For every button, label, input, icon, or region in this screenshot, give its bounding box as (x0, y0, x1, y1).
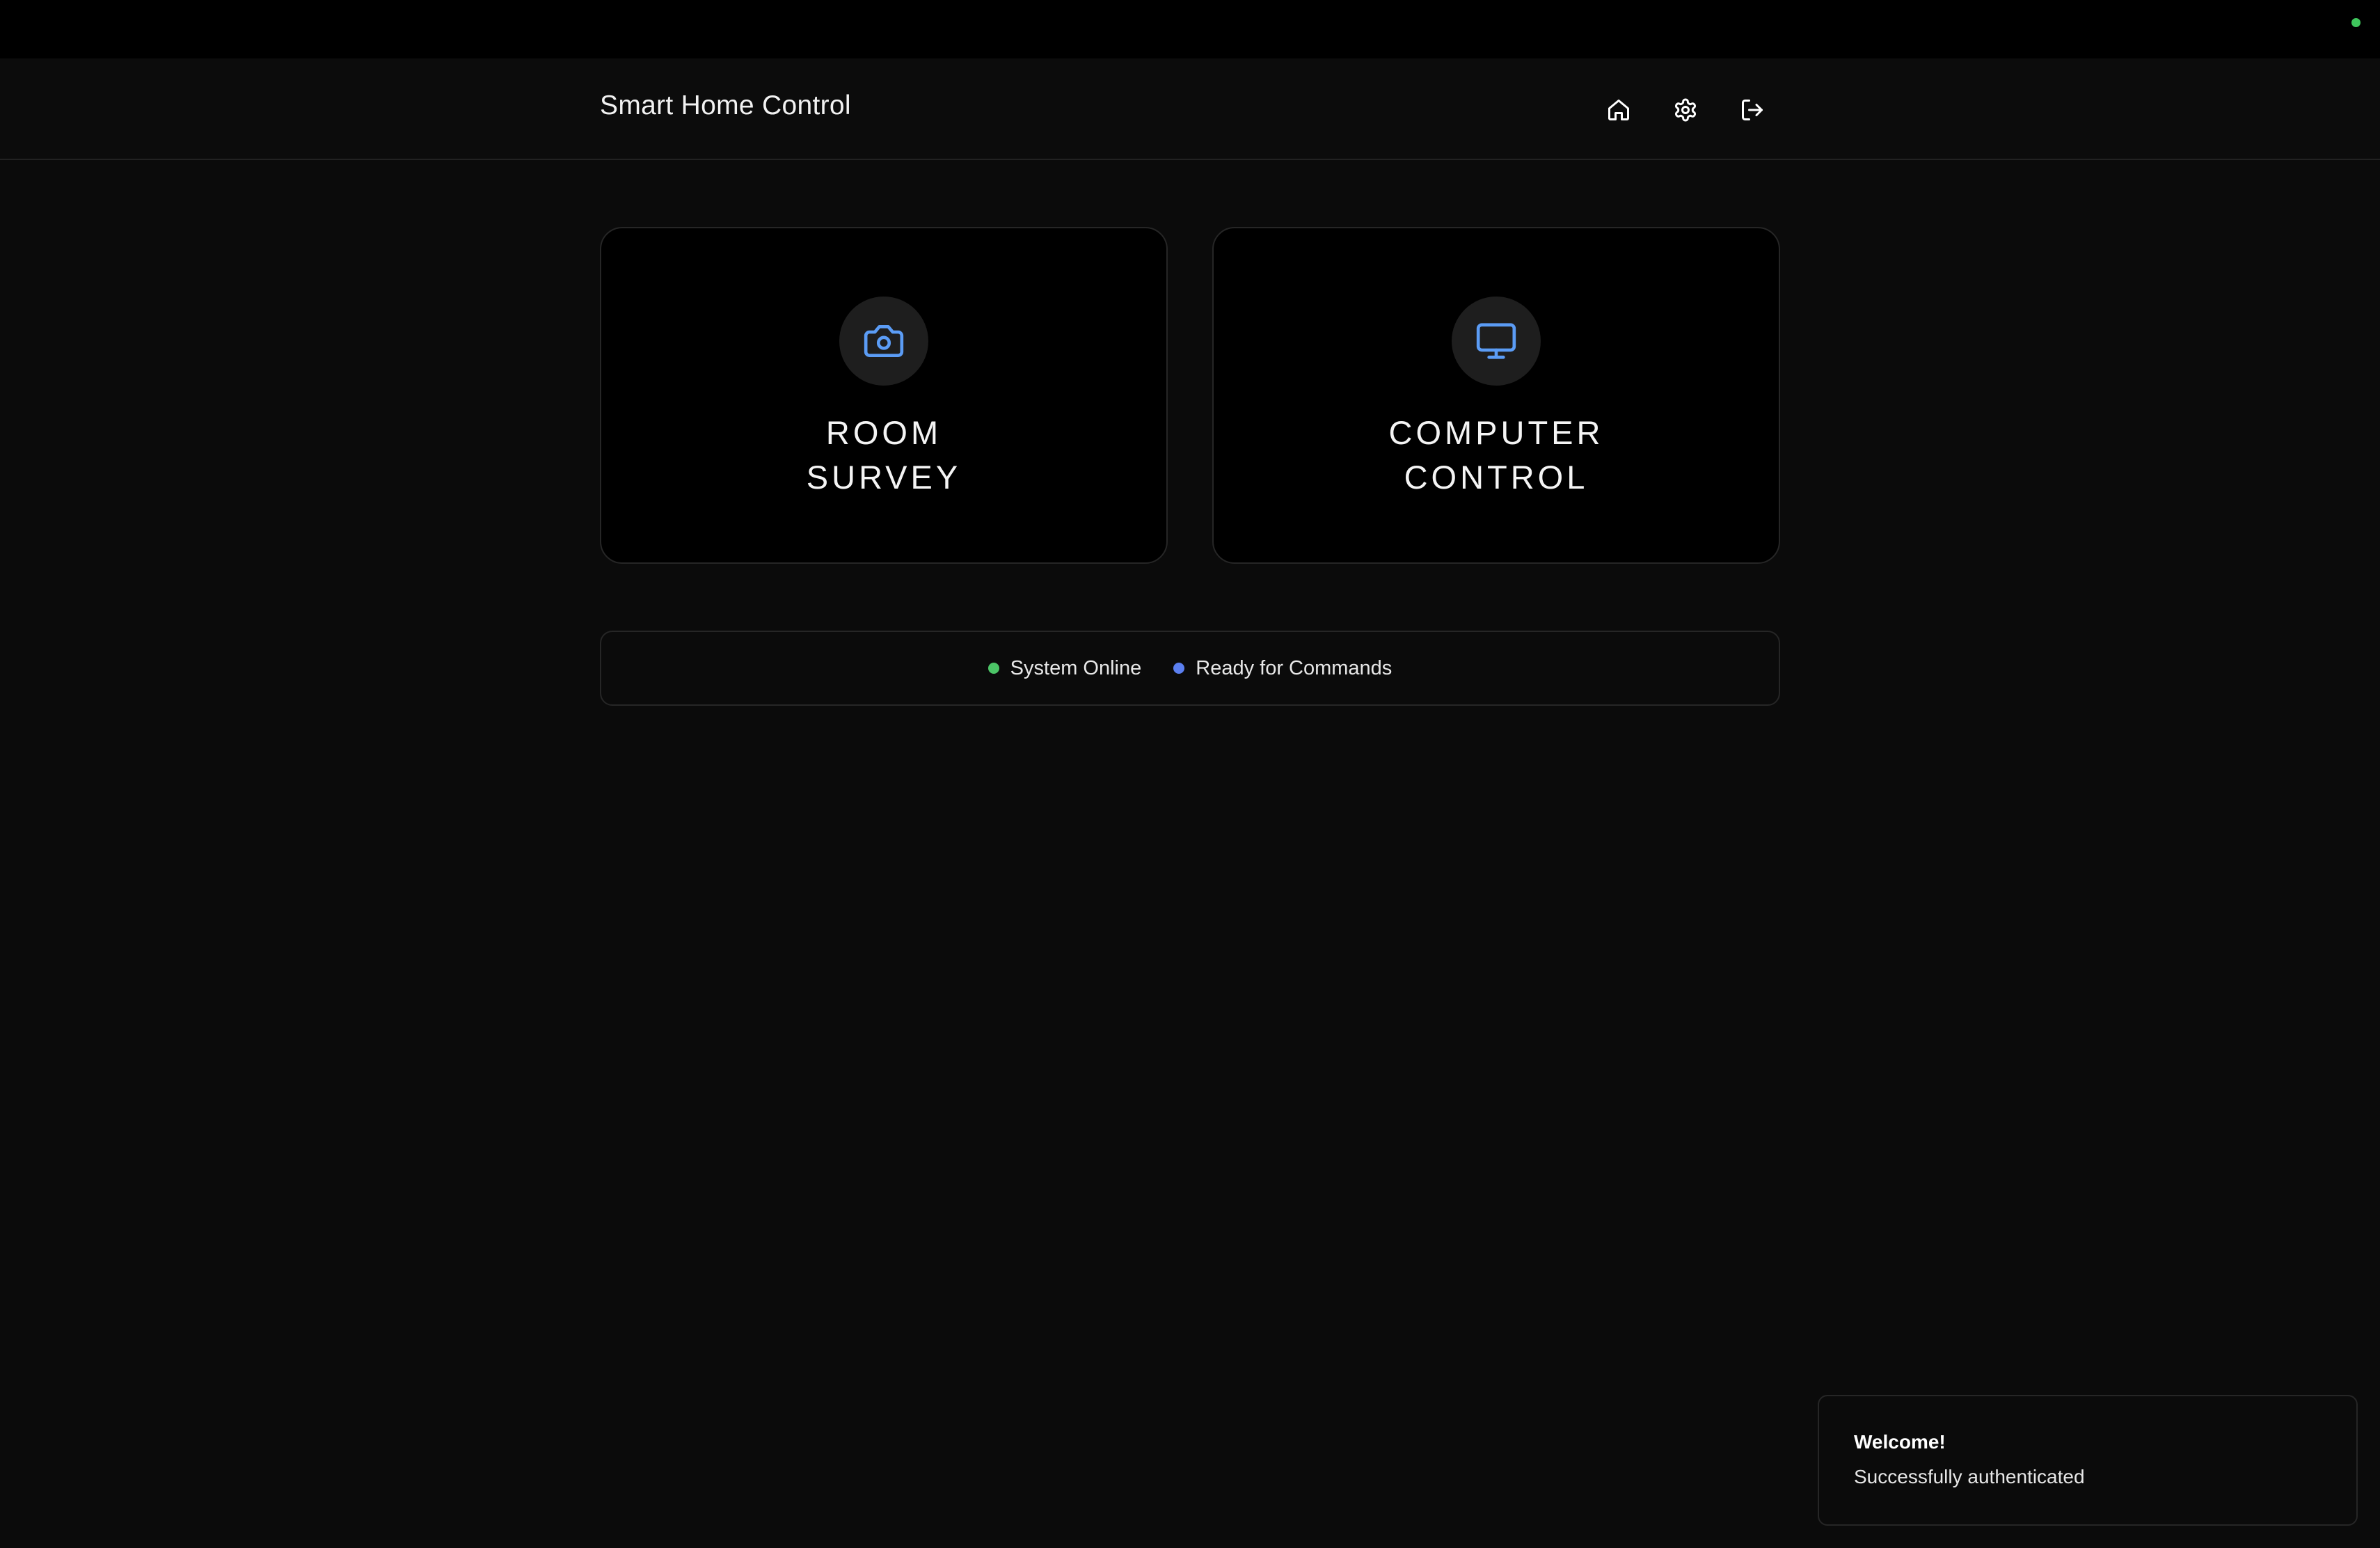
status-bar: System Online Ready for Commands (600, 631, 1780, 706)
online-status-dot-icon (987, 663, 999, 674)
app-header: Smart Home Control (0, 58, 2380, 160)
welcome-toast[interactable]: Welcome! Successfully authenticated (1818, 1395, 2358, 1526)
ready-status-dot-icon (1173, 663, 1185, 674)
status-indicator-icon (2351, 18, 2361, 27)
settings-button[interactable] (1663, 88, 1708, 132)
computer-control-card[interactable]: COMPUTER CONTROL (1212, 227, 1780, 564)
app-title: Smart Home Control (600, 90, 851, 120)
toast-message: Successfully authenticated (1854, 1466, 2085, 1487)
logout-button[interactable] (1730, 88, 1775, 132)
home-icon (1608, 100, 1629, 120)
computer-control-label-line1: COMPUTER (1388, 414, 1604, 451)
settings-icon (1675, 98, 1696, 122)
monitor-icon-container (1452, 297, 1541, 386)
computer-control-label-line2: CONTROL (1404, 459, 1589, 496)
room-survey-card[interactable]: ROOM SURVEY (600, 227, 1168, 564)
room-survey-label-line1: ROOM (825, 414, 942, 451)
status-item-ready: Ready for Commands (1173, 657, 1392, 680)
status-item-system-online: System Online (987, 656, 1142, 680)
monitor-icon (1476, 323, 1516, 359)
logout-icon (1742, 100, 1763, 120)
system-menu-bar (0, 0, 2380, 58)
camera-icon-container (839, 297, 928, 386)
status-label-system-online: System Online (1010, 656, 1142, 679)
camera-icon (864, 325, 904, 357)
room-survey-label-line2: SURVEY (806, 459, 962, 496)
status-label-ready: Ready for Commands (1196, 656, 1393, 679)
home-button[interactable] (1596, 88, 1641, 132)
computer-control-label: COMPUTER CONTROL (1214, 411, 1779, 500)
toast-title: Welcome! (1854, 1431, 1946, 1453)
room-survey-label: ROOM SURVEY (601, 411, 1166, 500)
